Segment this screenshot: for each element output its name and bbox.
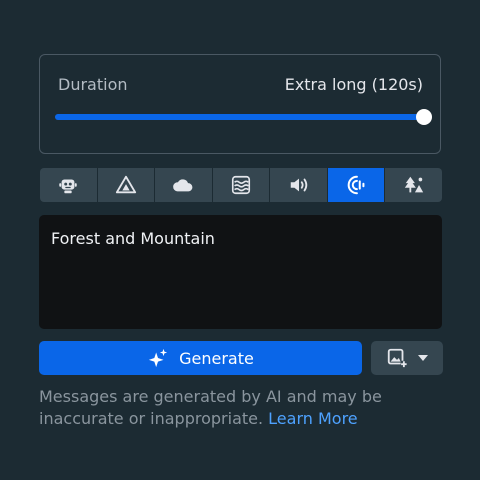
category-speaker-button[interactable] bbox=[270, 168, 327, 202]
generate-label: Generate bbox=[179, 348, 254, 368]
generate-button[interactable]: Generate bbox=[39, 341, 362, 375]
waves-icon bbox=[231, 175, 251, 195]
category-cloud-button[interactable] bbox=[155, 168, 212, 202]
forest-trees-icon bbox=[404, 176, 423, 193]
duration-slider-fill bbox=[55, 114, 424, 120]
category-robot-button[interactable] bbox=[40, 168, 97, 202]
category-tent-button[interactable] bbox=[97, 168, 155, 202]
duration-label: Duration bbox=[58, 75, 128, 94]
robot-icon bbox=[59, 179, 77, 194]
duration-slider[interactable] bbox=[55, 109, 432, 125]
sound-category-selector bbox=[40, 168, 443, 202]
category-sound-waves-button[interactable] bbox=[327, 168, 385, 202]
sound-waves-icon bbox=[347, 175, 365, 195]
camping-tent-icon bbox=[115, 175, 136, 194]
chevron-down-icon bbox=[418, 355, 428, 361]
duration-value: Extra long (120s) bbox=[284, 75, 423, 94]
duration-card: Duration Extra long (120s) bbox=[39, 54, 441, 154]
prompt-textarea[interactable]: Forest and Mountain bbox=[39, 215, 442, 329]
speaker-volume-icon bbox=[290, 178, 307, 192]
ai-disclaimer: Messages are generated by AI and may be … bbox=[39, 386, 439, 430]
category-forest-button[interactable] bbox=[385, 168, 443, 202]
add-image-dropdown-button[interactable] bbox=[371, 341, 443, 375]
add-image-icon bbox=[387, 348, 408, 368]
sparkle-icon bbox=[148, 348, 168, 368]
cloud-icon bbox=[173, 179, 193, 192]
category-waves-button[interactable] bbox=[212, 168, 270, 202]
duration-slider-thumb[interactable] bbox=[416, 109, 432, 125]
learn-more-link[interactable]: Learn More bbox=[268, 409, 357, 428]
